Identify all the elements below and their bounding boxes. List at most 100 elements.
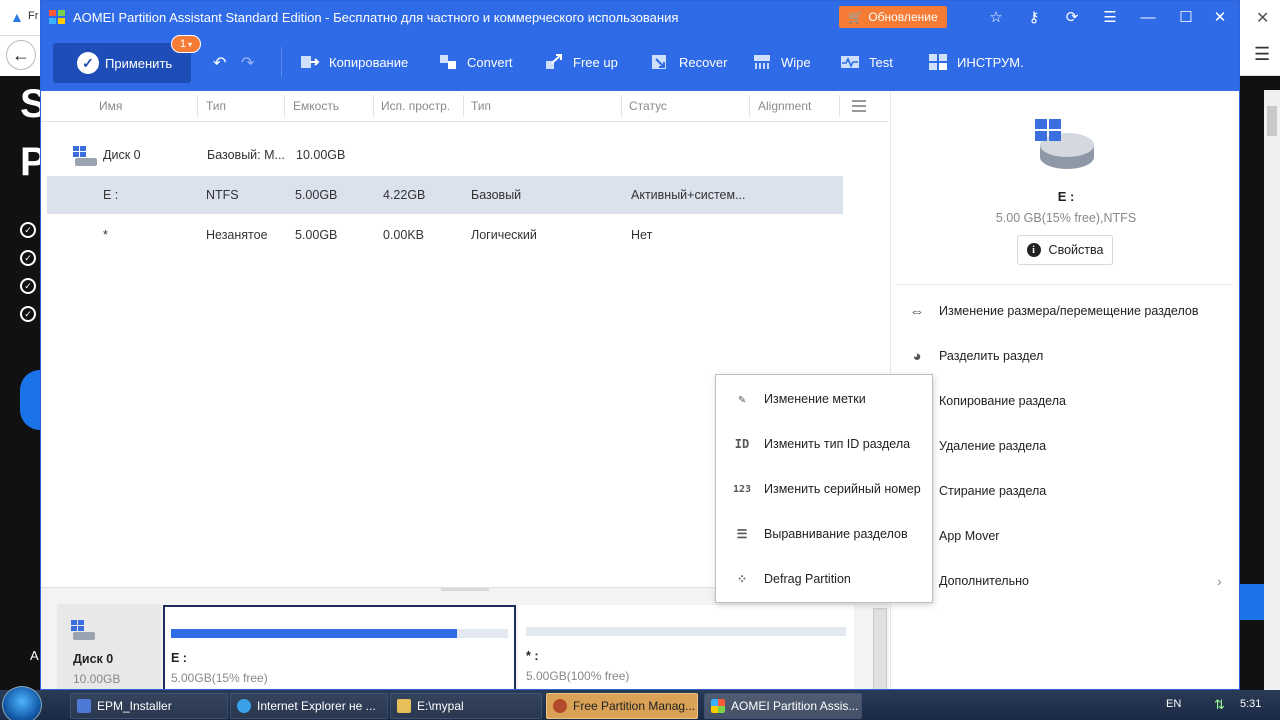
convert-icon bbox=[437, 52, 459, 72]
tool-wipe[interactable]: Wipe bbox=[751, 51, 811, 73]
key-icon[interactable]: ⚷ bbox=[1023, 7, 1045, 27]
taskbar-item-label: E:\mypal bbox=[417, 699, 464, 713]
pencil-icon: ✎ bbox=[738, 392, 746, 406]
menu-item-label: Изменить серийный номер bbox=[764, 482, 921, 496]
browser-favicon-icon: ▲ bbox=[10, 9, 24, 25]
menu-item-change-type-id[interactable]: ID Изменить тип ID раздела bbox=[732, 432, 910, 456]
tool-label: ИНСТРУМ. bbox=[957, 54, 1024, 70]
partition-capacity: 5.00GB bbox=[295, 228, 338, 242]
action-split[interactable]: ◕ Разделить раздел bbox=[907, 345, 1043, 367]
tool-copy[interactable]: Копирование bbox=[299, 51, 408, 73]
tool-label: Recover bbox=[679, 54, 728, 70]
column-settings-icon[interactable] bbox=[851, 99, 867, 113]
undo-icon[interactable]: ↶ bbox=[213, 53, 226, 73]
action-label: Разделить раздел bbox=[939, 349, 1044, 363]
menu-item-change-serial[interactable]: 123 Изменить серийный номер bbox=[732, 477, 921, 501]
column-header-name[interactable]: Имя bbox=[99, 99, 122, 113]
properties-button[interactable]: i Свойства bbox=[1017, 235, 1113, 265]
taskbar-item[interactable]: E:\mypal bbox=[390, 693, 542, 719]
tool-recover[interactable]: Recover bbox=[649, 51, 727, 73]
partition-name: * bbox=[103, 228, 108, 242]
folder-icon bbox=[397, 699, 411, 713]
hamburger-menu-icon[interactable]: ☰ bbox=[1254, 44, 1270, 65]
network-icon[interactable]: ⇅ bbox=[1214, 697, 1225, 713]
partition-fs: Незанятое bbox=[206, 228, 268, 242]
column-header-kind[interactable]: Тип bbox=[471, 99, 491, 113]
taskbar-item[interactable]: Internet Explorer не ... bbox=[230, 693, 388, 719]
taskbar-item[interactable]: Free Partition Manag... bbox=[546, 693, 698, 719]
window-title: AOMEI Partition Assistant Standard Editi… bbox=[73, 10, 679, 25]
main-toolbar: ✓ Применить 1 ▾ ↶ ↷ Копирование Convert … bbox=[41, 33, 1239, 91]
action-resize[interactable]: ⇔ Изменение размера/перемещение разделов bbox=[907, 300, 1199, 322]
column-header-alignment[interactable]: Alignment bbox=[758, 99, 811, 113]
disk-map-partition-unallocated[interactable]: * : 5.00GB(100% free) bbox=[518, 605, 854, 689]
action-label: Изменение размера/перемещение разделов bbox=[939, 304, 1199, 318]
check-circle-icon: ✓ bbox=[20, 306, 36, 322]
menu-item-change-label[interactable]: ✎ Изменение метки bbox=[732, 387, 865, 411]
update-button[interactable]: 🛒 Обновление bbox=[839, 6, 947, 28]
action-label: Копирование раздела bbox=[939, 394, 1066, 408]
taskbar-item[interactable]: EPM_Installer bbox=[70, 693, 228, 719]
disk-map-label: Диск 0 bbox=[73, 652, 114, 666]
title-bar: AOMEI Partition Assistant Standard Editi… bbox=[41, 1, 1239, 33]
redo-icon[interactable]: ↷ bbox=[241, 53, 254, 73]
checkmark-icon: ✓ bbox=[77, 52, 99, 74]
test-icon bbox=[839, 52, 861, 72]
disk-map-partition-e[interactable]: E : 5.00GB(15% free) bbox=[163, 605, 516, 689]
aomei-icon bbox=[711, 699, 725, 713]
partition-name: E : bbox=[103, 188, 119, 202]
table-row[interactable]: E : NTFS 5.00GB 4.22GB Базовый Активный+… bbox=[47, 176, 843, 214]
recover-icon bbox=[649, 52, 671, 72]
tool-convert[interactable]: Convert bbox=[437, 51, 513, 73]
tool-label: Convert bbox=[467, 54, 513, 70]
table-row[interactable]: * Незанятое 5.00GB 0.00KB Логический Нет bbox=[47, 216, 843, 254]
taskbar-item-label: AOMEI Partition Assis... bbox=[731, 699, 859, 713]
refresh-icon[interactable]: ⟳ bbox=[1061, 7, 1083, 27]
column-header-capacity[interactable]: Емкость bbox=[293, 99, 339, 113]
menu-item-label: Defrag Partition bbox=[764, 572, 851, 586]
taskbar-item-label: EPM_Installer bbox=[97, 699, 172, 713]
menu-icon[interactable]: ☰ bbox=[1099, 7, 1121, 27]
tool-test[interactable]: Test bbox=[839, 51, 893, 73]
partition-used: 0.00KB bbox=[383, 228, 425, 242]
apply-button[interactable]: ✓ Применить bbox=[53, 43, 191, 83]
clock[interactable]: 5:31 bbox=[1240, 698, 1261, 710]
scrollbar-thumb[interactable] bbox=[1267, 106, 1277, 136]
page-blue-button[interactable] bbox=[1240, 584, 1264, 620]
back-arrow-icon[interactable]: ← bbox=[6, 40, 36, 70]
properties-label: Свойства bbox=[1048, 243, 1104, 257]
partition-type: Базовый bbox=[471, 188, 522, 202]
disk-map-disk[interactable]: Диск 0 10.00GB bbox=[57, 604, 161, 689]
start-button-icon[interactable] bbox=[2, 686, 42, 720]
copy-icon bbox=[299, 52, 321, 72]
menu-item-label: Изменить тип ID раздела bbox=[764, 437, 911, 451]
disk-name: Диск 0 bbox=[103, 148, 141, 162]
tool-label: Копирование bbox=[329, 54, 409, 70]
column-divider bbox=[749, 95, 750, 117]
browser-icon bbox=[553, 699, 567, 713]
panel-divider bbox=[897, 284, 1233, 285]
menu-item-align-partitions[interactable]: ☰ Выравнивание разделов bbox=[732, 522, 908, 546]
disk-map-scrollbar[interactable] bbox=[873, 608, 887, 689]
column-header-status[interactable]: Статус bbox=[629, 99, 667, 113]
taskbar-item[interactable]: AOMEI Partition Assis... bbox=[704, 693, 862, 719]
browser-scrollbar[interactable] bbox=[1264, 90, 1280, 690]
browser-tab-text: Fr bbox=[28, 10, 39, 22]
menu-item-defrag[interactable]: ⁘ Defrag Partition bbox=[732, 567, 851, 591]
tool-tools[interactable]: ИНСТРУМ. bbox=[927, 51, 1024, 73]
maximize-icon[interactable]: ☐ bbox=[1175, 7, 1197, 27]
close-icon[interactable]: ✕ bbox=[1209, 7, 1231, 27]
chevron-down-icon: ▾ bbox=[188, 39, 193, 49]
browser-tab[interactable]: ▲ Fr bbox=[0, 0, 40, 36]
close-icon[interactable]: ✕ bbox=[1256, 8, 1269, 28]
tool-free-up[interactable]: Free up bbox=[543, 51, 618, 73]
free-up-icon bbox=[543, 52, 565, 72]
table-row-disk[interactable]: Диск 0 Базовый: M... 10.00GB bbox=[47, 136, 843, 174]
star-icon[interactable]: ☆ bbox=[985, 7, 1007, 27]
pending-operations-badge[interactable]: 1 ▾ bbox=[171, 35, 201, 53]
column-header-type[interactable]: Тип bbox=[206, 99, 226, 113]
resize-grip[interactable] bbox=[441, 588, 489, 591]
language-indicator[interactable]: EN bbox=[1166, 698, 1181, 710]
minimize-icon[interactable]: — bbox=[1137, 7, 1159, 27]
column-header-used[interactable]: Исп. простр. bbox=[381, 99, 450, 113]
